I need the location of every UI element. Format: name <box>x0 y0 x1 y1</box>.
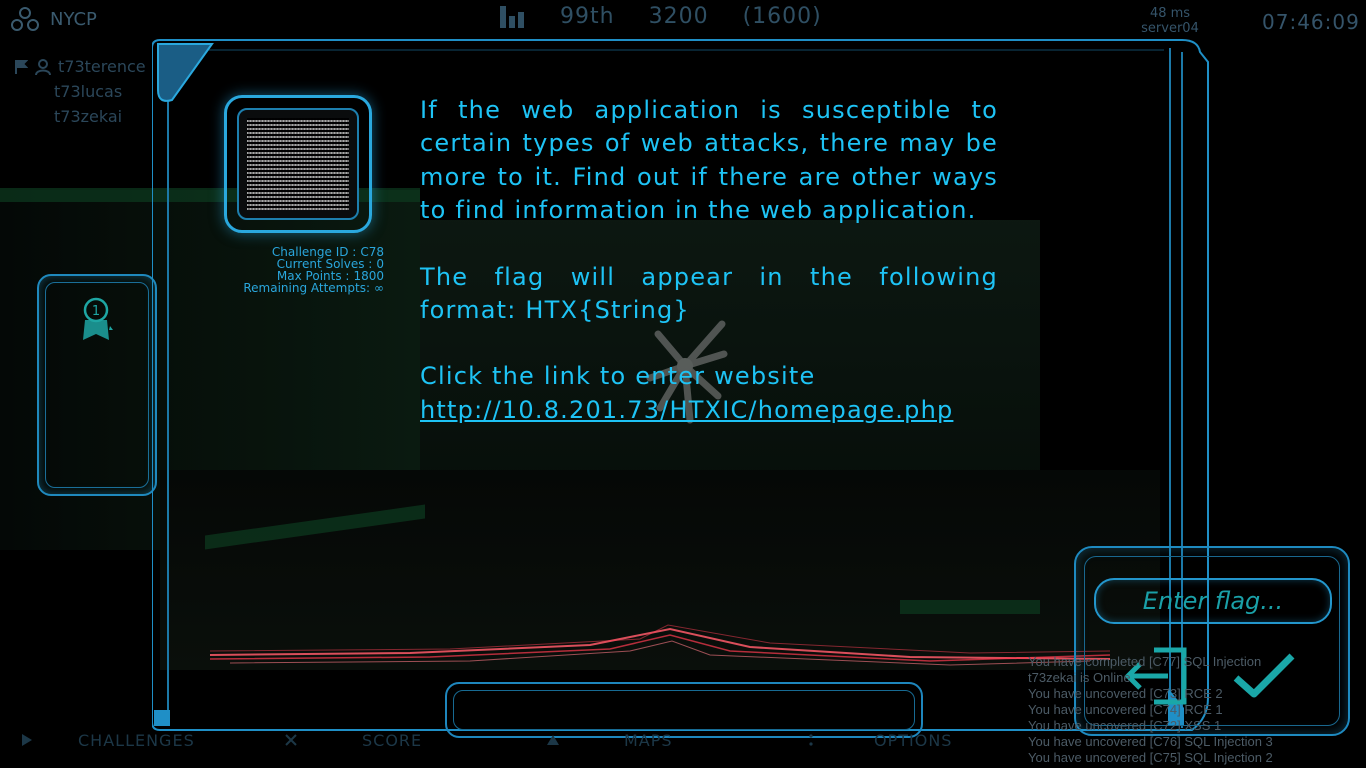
description-paragraph: The flag will appear in the following fo… <box>420 262 998 325</box>
nav-label: SCORE <box>362 730 423 750</box>
bar-chart-icon <box>500 5 526 28</box>
bottom-nav: CHALLENGES SCORE MAPS OPTIONS <box>0 728 1030 752</box>
log-entry: You have completed [C77] SQL Injection <box>1028 654 1262 669</box>
triangle-icon <box>547 735 559 745</box>
connection-status: 48 ms server04 <box>1130 6 1210 36</box>
server-name: server04 <box>1141 21 1199 36</box>
nav-score[interactable]: SCORE <box>284 731 422 750</box>
challenge-meta: Challenge ID : C78 Current Solves : 0 Ma… <box>208 246 384 294</box>
medal-number: 1 <box>92 304 100 319</box>
medal-icon[interactable]: 1 <box>80 296 114 344</box>
rank-display: 99th 3200 (1600) <box>500 4 822 29</box>
description-paragraph: If the web application is susceptible to… <box>420 96 998 225</box>
nav-maps[interactable]: MAPS <box>546 731 673 750</box>
play-icon <box>22 734 32 746</box>
flag-icon <box>15 59 28 74</box>
link-prompt: Click the link to enter website <box>420 362 816 391</box>
log-entry: You have uncovered [C72] XSS 1 <box>1028 718 1222 733</box>
member-name: t73lucas <box>54 82 123 101</box>
challenge-link[interactable]: http://10.8.201.73/HTXIC/homepage.php <box>420 396 953 424</box>
member-row: t73terence <box>14 54 146 79</box>
team-name: NYCP <box>50 8 97 30</box>
close-icon <box>285 734 297 746</box>
log-entry: You have uncovered [C73] RCE 2 <box>1028 686 1223 701</box>
log-entry: You have uncovered [C75] SQL Injection 2 <box>1028 750 1273 765</box>
nav-label: CHALLENGES <box>78 730 195 750</box>
log-entry: You have uncovered [C76] SQL Injection 3 <box>1028 734 1273 749</box>
nav-options[interactable]: OPTIONS <box>806 731 952 750</box>
challenge-description: If the web application is susceptible to… <box>420 94 998 427</box>
ping-value: 48 ms <box>1149 6 1191 21</box>
flag-input[interactable] <box>1094 578 1332 624</box>
team-members: t73terence t73lucas t73zekai <box>14 54 146 129</box>
member-name: t73terence <box>58 57 146 76</box>
user-icon <box>35 58 51 75</box>
rank-value: 99th <box>560 4 615 29</box>
thumbnail-image <box>237 108 359 220</box>
thumbnail-noise <box>247 118 349 210</box>
team-indicator: NYCP <box>10 6 97 32</box>
nav-challenges[interactable]: CHALLENGES <box>20 731 195 750</box>
challenge-thumbnail <box>224 95 372 233</box>
clock: 07:46:09 <box>1262 10 1360 34</box>
score-value: 3200 <box>648 4 709 29</box>
member-name: t73zekai <box>54 107 123 126</box>
meta-row-attempts: Remaining Attempts: ∞ <box>208 282 384 294</box>
team-icon <box>11 7 39 31</box>
log-entry: t73zekai is Online <box>1028 670 1131 685</box>
meta-label: Remaining Attempts: <box>243 281 370 295</box>
event-log: You have completed [C77] SQL Injection t… <box>1028 654 1328 766</box>
dots-icon <box>809 734 813 746</box>
log-entry: You have uncovered [C74] RCE 1 <box>1028 702 1223 717</box>
nav-label: OPTIONS <box>874 730 953 750</box>
meta-value: ∞ <box>374 281 384 295</box>
nav-label: MAPS <box>624 730 673 750</box>
score-extra: (1600) <box>742 4 822 29</box>
